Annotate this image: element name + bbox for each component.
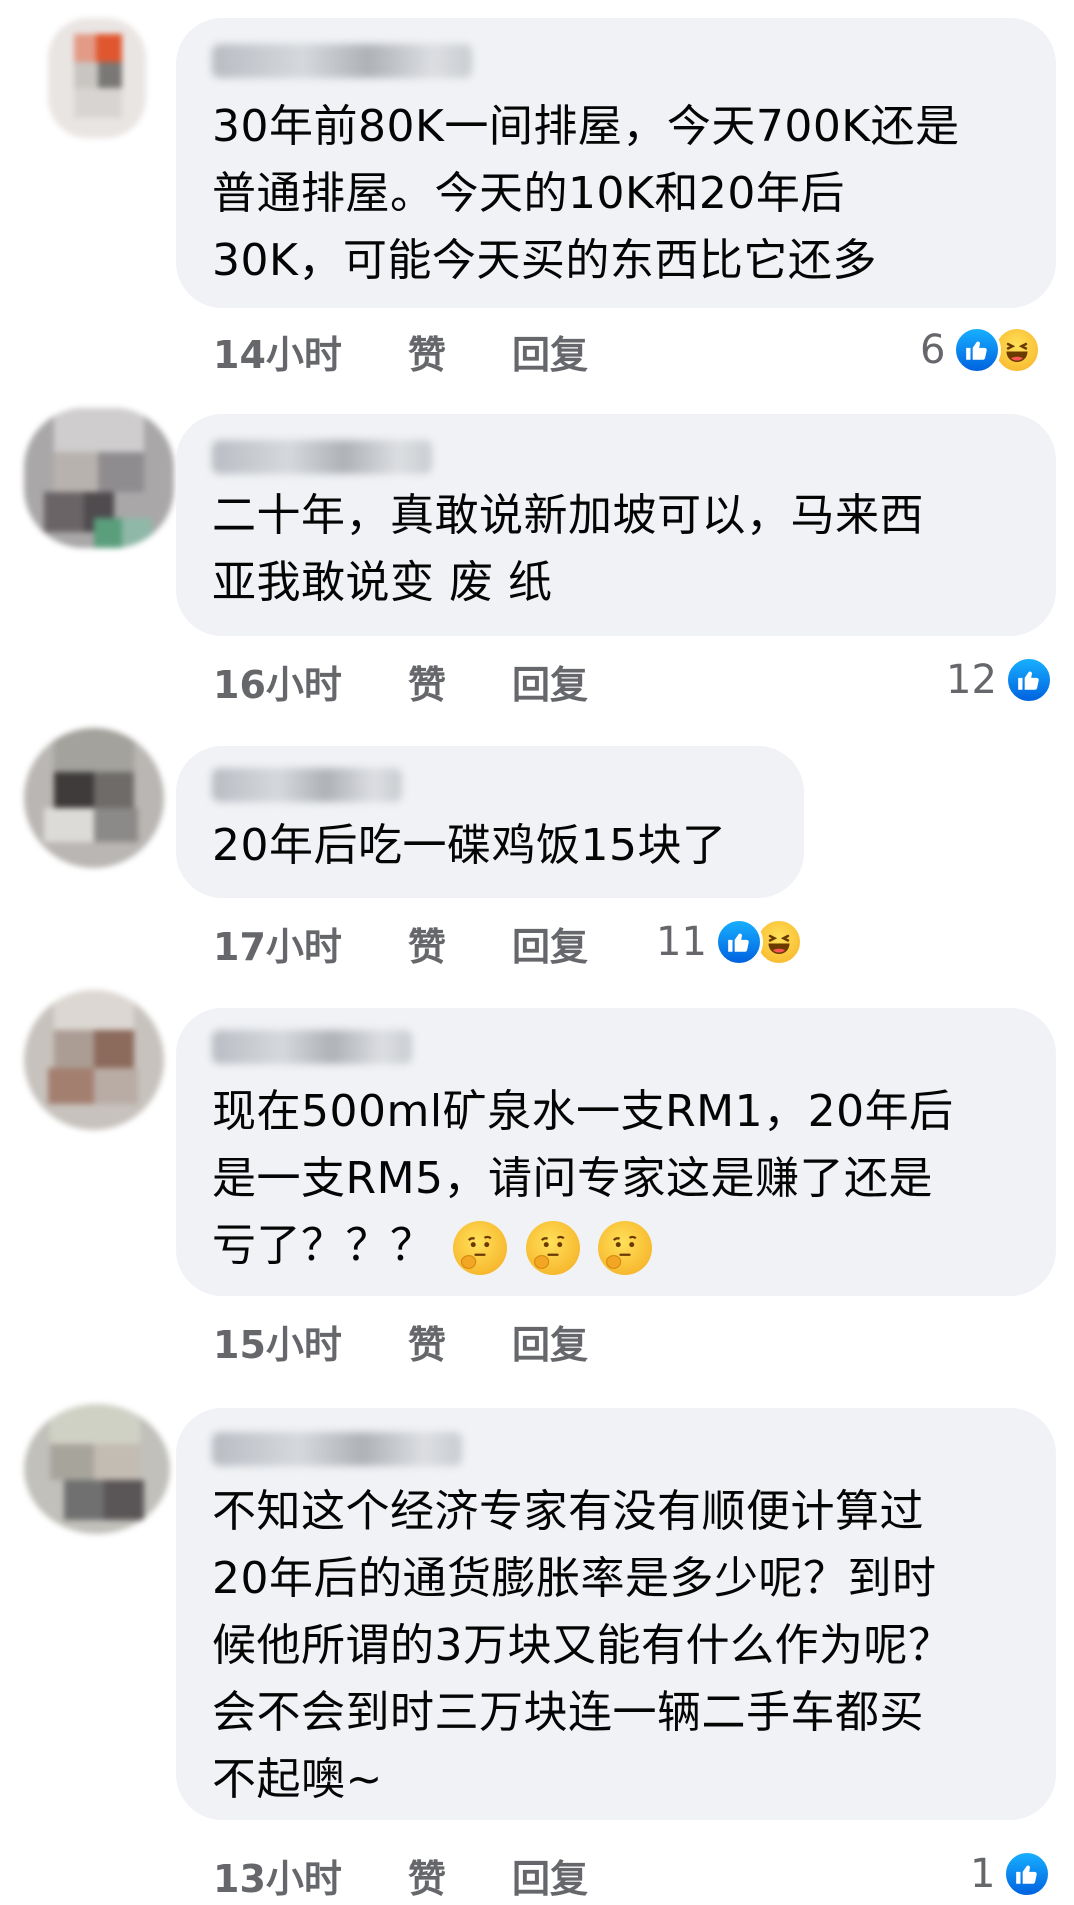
reaction-summary[interactable]: 11 bbox=[656, 916, 803, 968]
reply-button[interactable]: 回复 bbox=[512, 1314, 652, 1369]
author-name-blurred[interactable] bbox=[212, 1030, 412, 1064]
avatar[interactable] bbox=[48, 18, 146, 138]
comment-actions: 13小时 赞 回复 bbox=[213, 1848, 652, 1903]
comment-line: 亚我敢说变 废 纸 bbox=[212, 557, 553, 608]
like-button[interactable]: 赞 bbox=[408, 1314, 512, 1369]
timestamp[interactable]: 14小时 bbox=[213, 324, 408, 379]
like-icon bbox=[714, 918, 763, 966]
thinking-face-icon bbox=[598, 1221, 652, 1275]
comment-line: 现在500ml矿泉水一支RM1，20年后 bbox=[212, 1086, 954, 1137]
author-name-blurred[interactable] bbox=[212, 440, 432, 474]
comment-line: 普通排屋。今天的10K和20年后 bbox=[212, 168, 845, 219]
like-button[interactable]: 赞 bbox=[408, 654, 512, 709]
avatar[interactable] bbox=[24, 990, 164, 1130]
avatar[interactable] bbox=[24, 1404, 170, 1534]
comment-actions: 16小时 赞 回复 bbox=[213, 654, 652, 709]
comment-actions: 17小时 赞 回复 bbox=[213, 916, 652, 971]
comment-text: 二十年，真敢说新加坡可以，马来西 亚我敢说变 废 纸 bbox=[212, 482, 1016, 616]
comment-line: 会不会到时三万块连一辆二手车都买 bbox=[212, 1687, 924, 1738]
comment-text: 30年前80K一间排屋，今天700K还是 普通排屋。今天的10K和20年后 30… bbox=[212, 93, 1016, 294]
comment-actions: 14小时 赞 回复 bbox=[213, 324, 652, 379]
timestamp[interactable]: 13小时 bbox=[213, 1848, 408, 1903]
comment-line: 20年后吃一碟鸡饭15块了 bbox=[212, 820, 727, 871]
comment-line: 30K，可能今天买的东西比它还多 bbox=[212, 235, 877, 286]
comment-line: 不知这个经济专家有没有顺便计算过 bbox=[212, 1486, 924, 1537]
comment-line: 亏了？？？ bbox=[212, 1212, 1016, 1279]
timestamp[interactable]: 17小时 bbox=[213, 916, 408, 971]
comment-bubble: 不知这个经济专家有没有顺便计算过 20年后的通货膨胀率是多少呢？到时 候他所谓的… bbox=[176, 1408, 1056, 1820]
comment-text: 不知这个经济专家有没有顺便计算过 20年后的通货膨胀率是多少呢？到时 候他所谓的… bbox=[212, 1478, 1016, 1813]
reply-button[interactable]: 回复 bbox=[512, 916, 652, 971]
comment-thread: 30年前80K一间排屋，今天700K还是 普通排屋。今天的10K和20年后 30… bbox=[0, 0, 1074, 1905]
reaction-summary[interactable]: 6 bbox=[920, 324, 1042, 376]
comment-bubble: 二十年，真敢说新加坡可以，马来西 亚我敢说变 废 纸 bbox=[176, 414, 1056, 636]
comment-line: 候他所谓的3万块又能有什么作为呢？ bbox=[212, 1620, 953, 1671]
reaction-count: 6 bbox=[920, 327, 946, 373]
comment-actions: 15小时 赞 回复 bbox=[213, 1314, 652, 1369]
comment-line: 20年后的通货膨胀率是多少呢？到时 bbox=[212, 1553, 937, 1604]
comment-bubble: 现在500ml矿泉水一支RM1，20年后 是一支RM5，请问专家这是赚了还是 亏… bbox=[176, 1008, 1056, 1296]
like-button[interactable]: 赞 bbox=[408, 916, 512, 971]
like-button[interactable]: 赞 bbox=[408, 1848, 512, 1903]
thinking-face-icon bbox=[525, 1221, 580, 1275]
avatar[interactable] bbox=[24, 408, 174, 548]
like-icon bbox=[953, 326, 1002, 374]
comment-line: 二十年，真敢说新加坡可以，马来西 bbox=[212, 490, 924, 541]
author-name-blurred[interactable] bbox=[212, 1432, 462, 1466]
reply-button[interactable]: 回复 bbox=[512, 1848, 652, 1903]
comment-line: 30年前80K一间排屋，今天700K还是 bbox=[212, 101, 960, 152]
timestamp[interactable]: 16小时 bbox=[213, 654, 408, 709]
comment-line: 不起噢~ bbox=[212, 1754, 383, 1805]
comment-bubble: 30年前80K一间排屋，今天700K还是 普通排屋。今天的10K和20年后 30… bbox=[176, 18, 1056, 308]
like-icon bbox=[1003, 1850, 1052, 1898]
comment-bubble: 20年后吃一碟鸡饭15块了 bbox=[176, 746, 804, 898]
reaction-summary[interactable]: 12 bbox=[946, 654, 1053, 706]
reply-button[interactable]: 回复 bbox=[512, 654, 652, 709]
reaction-summary[interactable]: 1 bbox=[970, 1848, 1052, 1900]
thinking-face-icon bbox=[453, 1221, 507, 1275]
avatar[interactable] bbox=[24, 728, 164, 868]
reply-button[interactable]: 回复 bbox=[512, 324, 652, 379]
comment-line-text: 亏了？？？ bbox=[212, 1220, 435, 1271]
author-name-blurred[interactable] bbox=[212, 44, 472, 78]
reaction-count: 11 bbox=[656, 919, 707, 965]
comment-text: 现在500ml矿泉水一支RM1，20年后 是一支RM5，请问专家这是赚了还是 亏… bbox=[212, 1078, 1016, 1279]
comment-text: 20年后吃一碟鸡饭15块了 bbox=[212, 812, 764, 879]
reaction-count: 1 bbox=[970, 1851, 996, 1897]
comment-line: 是一支RM5，请问专家这是赚了还是 bbox=[212, 1153, 934, 1204]
like-button[interactable]: 赞 bbox=[408, 324, 512, 379]
reaction-count: 12 bbox=[946, 657, 997, 703]
author-name-blurred[interactable] bbox=[212, 768, 402, 802]
timestamp[interactable]: 15小时 bbox=[213, 1314, 408, 1369]
like-icon bbox=[1004, 656, 1053, 704]
